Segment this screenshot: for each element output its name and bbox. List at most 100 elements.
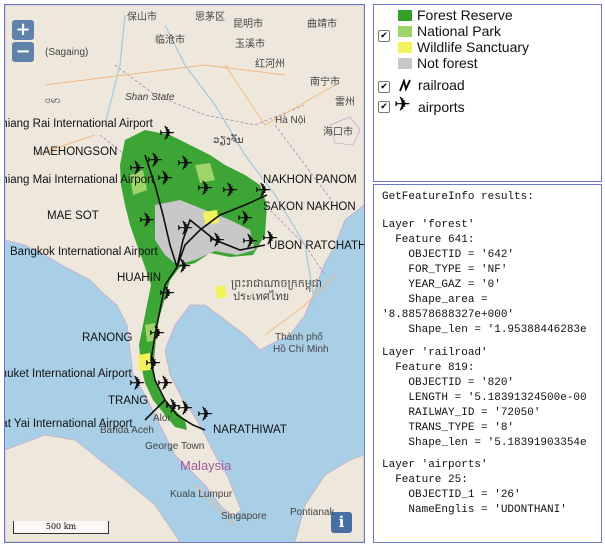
feature-info-panel: GetFeatureInfo results: Layer 'forest' F… (373, 184, 602, 543)
legend-swatch-forest-reserve (398, 10, 412, 21)
info-line: RAILWAY_ID = '72050' (382, 407, 541, 419)
map-label: Bangkok International Airport (10, 246, 158, 258)
map-label: 红河州 (255, 57, 285, 70)
map-label: 曲靖市 (307, 17, 337, 30)
info-line: Shape_len = '5.18391903354e (382, 437, 587, 449)
airport-icon: ✈ (177, 216, 194, 240)
legend-label: Not forest (417, 55, 478, 71)
info-line: Feature 25: (382, 474, 468, 486)
map-label: 雷州 (335, 96, 355, 108)
airport-icon: ✈ (242, 229, 259, 253)
info-line: Shape_area = (382, 294, 488, 306)
map-label: 海口市 (323, 125, 353, 138)
map-label: HUAHIN (117, 272, 161, 284)
map-label: NARATHIWAT (213, 424, 287, 436)
info-line: OBJECTID = '642' (382, 249, 515, 261)
layer-switcher: ✔ Forest Reserve National Park Wildlife … (373, 4, 602, 182)
map-viewport[interactable]: ✈ ✈ ✈ ✈ ✈ ✈ ✈ ✈ ✈ ✈ ✈ ✈ ✈ ✈ ✈ ✈ ✈ ✈ ✈ ✈ … (4, 4, 365, 543)
zoom-out-button[interactable]: − (12, 42, 34, 62)
wildlife-3 (215, 285, 227, 299)
info-line: Layer 'railroad' (382, 347, 488, 359)
map-label: Phuket International Airport (5, 368, 133, 380)
map-label: Thành phố (275, 331, 323, 343)
map-label: UBON RATCHATHANI (269, 240, 364, 252)
info-line: LENGTH = '5.18391324500e-00 (382, 392, 587, 404)
legend-label: Wildlife Sanctuary (417, 39, 530, 55)
airports-layer-label: airports (418, 99, 465, 115)
info-line: YEAR_GAZ = '0' (382, 279, 501, 291)
railroad-layer-checkbox[interactable]: ✔ (378, 81, 390, 93)
map-label: 玉溪市 (235, 37, 265, 50)
map-label: Hà Nội (275, 115, 306, 126)
info-line: Feature 641: (382, 234, 475, 246)
forest-layer-checkbox[interactable]: ✔ (378, 30, 390, 42)
airport-icon: ✈ (197, 402, 214, 426)
map-label: (Sagaing) (45, 47, 88, 58)
info-line: OBJECTID = '820' (382, 377, 515, 389)
airplane-icon: ✈ (394, 92, 411, 116)
map-label: 思茅区 (195, 11, 225, 23)
map-label: 昆明市 (233, 17, 263, 30)
railroad-layer-label: railroad (418, 77, 465, 93)
map-label: Singapore (221, 511, 267, 522)
info-line: Shape_len = '1.95388446283e (382, 324, 587, 336)
map-label: ประเทศไทย (233, 290, 289, 303)
airport-icon: ✈ (177, 151, 194, 175)
map-label: Hat Yai International Airport (5, 418, 133, 430)
zoom-in-button[interactable]: + (12, 20, 34, 40)
map-label: NAKHON PANOM (263, 174, 357, 186)
airport-icon: ✈ (222, 178, 239, 202)
map-label: Pontianak (290, 507, 335, 518)
info-line: Layer 'airports' (382, 459, 488, 471)
info-line: OBJECTID_1 = '26' (382, 489, 521, 501)
map-label: RANONG (82, 332, 133, 344)
map-label: Malaysia (180, 458, 232, 473)
airport-icon: ✈ (177, 396, 194, 420)
info-button[interactable]: i (331, 512, 352, 533)
airport-icon: ✈ (157, 371, 174, 395)
map-label: MAE SOT (47, 210, 99, 222)
airport-icon: ✈ (159, 121, 176, 145)
map-label: MAEHONGSON (33, 146, 117, 158)
info-line: GetFeatureInfo results: (382, 191, 534, 203)
scale-bar: 500 km (13, 521, 109, 534)
airport-icon: ✈ (157, 166, 174, 190)
map-label: SAKON NAKHON (263, 201, 356, 213)
legend-swatch-wildlife-sanctuary (398, 42, 412, 53)
map-label: 临沧市 (155, 33, 185, 46)
map-label: Kuala Lumpur (170, 489, 233, 500)
map-label: 南宁市 (310, 75, 340, 88)
airport-icon: ✈ (159, 281, 176, 305)
legend-label: Forest Reserve (417, 7, 513, 23)
map-label: Shan State (125, 92, 175, 103)
info-line: TRANS_TYPE = '8' (382, 422, 515, 434)
map-label: Alor (153, 413, 171, 424)
map-label: George Town (145, 441, 204, 452)
airport-icon: ✈ (237, 206, 254, 230)
basemap: ✈ ✈ ✈ ✈ ✈ ✈ ✈ ✈ ✈ ✈ ✈ ✈ ✈ ✈ ✈ ✈ ✈ ✈ ✈ ✈ … (5, 5, 364, 542)
map-label: ວຽງຈັນ (213, 134, 244, 146)
map-label: TRANG (108, 395, 148, 407)
map-label: Chiang Mai International Airport (5, 174, 155, 186)
legend-swatch-not-forest (398, 58, 412, 69)
info-line: '8.88578688327e+000' (382, 309, 515, 321)
map-label: 保山市 (127, 10, 157, 23)
info-line: FOR_TYPE = 'NF' (382, 264, 508, 276)
airport-icon: ✈ (175, 254, 192, 278)
legend-swatch-national-park (398, 26, 412, 37)
airports-layer-checkbox[interactable]: ✔ (378, 101, 390, 113)
info-line: Feature 819: (382, 362, 475, 374)
info-line: NameEnglis = 'UDONTHANI' (382, 504, 567, 516)
borneo-land (294, 454, 364, 542)
map-label: Chiang Rai International Airport (5, 118, 154, 130)
airport-icon: ✈ (149, 321, 166, 345)
map-label: Hồ Chí Minh (273, 343, 329, 355)
map-label: ဗမာ (45, 95, 61, 106)
railroad-icon (399, 79, 411, 92)
info-line: Layer 'forest' (382, 219, 475, 231)
airport-icon: ✈ (197, 176, 214, 200)
legend-label: National Park (417, 23, 502, 39)
airport-icon: ✈ (209, 228, 226, 252)
airport-icon: ✈ (139, 208, 156, 232)
map-label: ព្រះរាជាណាចក្រកម្ពុជា (231, 278, 322, 292)
